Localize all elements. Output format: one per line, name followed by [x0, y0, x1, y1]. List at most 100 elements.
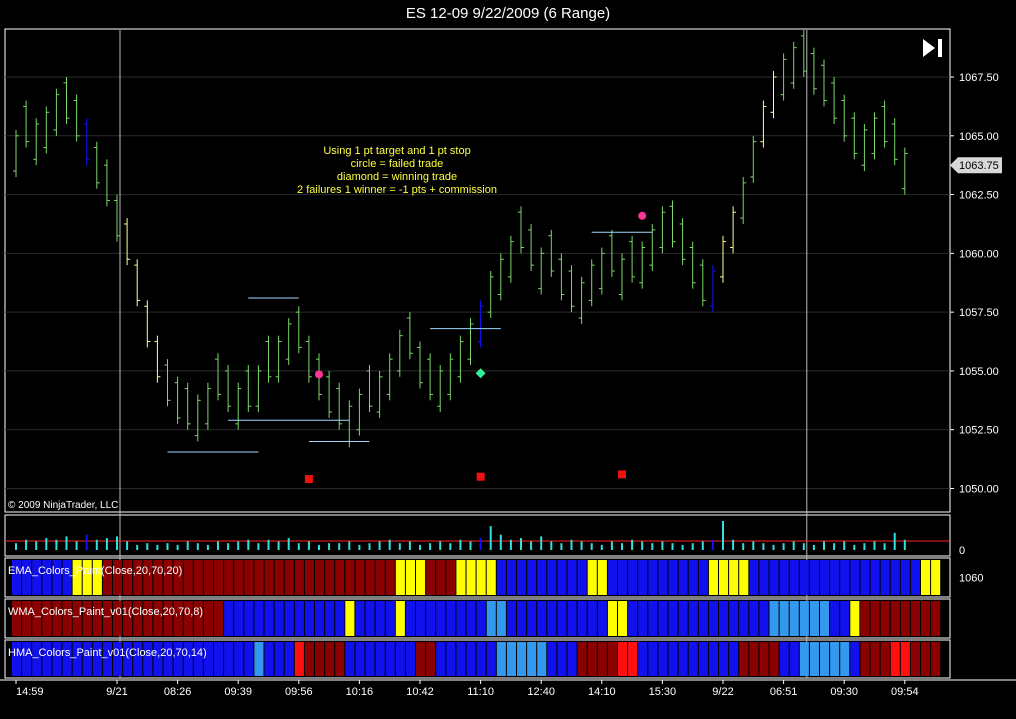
indicator-bar: [335, 642, 345, 676]
indicator-bar: [234, 560, 244, 595]
indicator-bar: [234, 642, 244, 676]
indicator-bar: [678, 560, 688, 595]
volume-bar: [833, 543, 836, 550]
volume-bar: [247, 539, 250, 550]
chart-canvas[interactable]: 1067.50 1065.00 1062.50 1060.00 1057.50 1055.…: [0, 28, 1016, 719]
volume-bar: [681, 544, 684, 550]
indicator-bar: [476, 560, 486, 595]
time-tick-label: 09:39: [224, 686, 252, 698]
volume-bar: [419, 544, 421, 550]
volume-bar: [560, 543, 563, 550]
volume-bar: [439, 541, 442, 550]
volume-bar: [792, 541, 795, 550]
indicator-bar: [335, 601, 345, 636]
volume-bar: [732, 539, 735, 550]
indicator-bar: [799, 642, 809, 676]
indicator-bar: [779, 601, 789, 636]
stop-square-marker[interactable]: [618, 470, 626, 479]
time-tick-label: 14:10: [588, 686, 616, 698]
indicator-bar: [638, 642, 648, 676]
volume-bar: [469, 541, 472, 550]
indicator-bar: [820, 601, 830, 636]
time-tick-label: 12:40: [527, 686, 555, 698]
volume-bar: [722, 521, 724, 550]
annotation-line: Using 1 pt target and 1 pt stop: [323, 145, 470, 157]
indicator-bar: [870, 560, 880, 595]
indicator-bar: [708, 560, 718, 595]
indicator-bar: [618, 601, 628, 636]
volume-bar: [176, 544, 179, 550]
volume-bar: [65, 536, 68, 550]
indicator-bar: [648, 642, 658, 676]
volume-bar: [277, 541, 280, 550]
volume-bar: [479, 538, 482, 550]
indicator-bar: [708, 601, 718, 636]
indicator-bar: [476, 642, 486, 676]
indicator-bar: [850, 642, 860, 676]
indicator-bar: [789, 642, 799, 676]
indicator-bar: [416, 560, 426, 595]
indicator-bar: [214, 601, 224, 636]
volume-bar: [661, 541, 664, 550]
indicator-bar: [426, 601, 436, 636]
indicator-bar: [446, 642, 456, 676]
price-tick-label: 1052.50: [959, 425, 999, 437]
volume-bar: [651, 543, 654, 550]
volume-bar: [863, 543, 866, 550]
indicator-bar: [375, 642, 385, 676]
indicator-bar: [486, 642, 496, 676]
volume-bar: [580, 541, 583, 550]
indicator-bar: [769, 560, 779, 595]
indicator-bar: [739, 642, 749, 676]
volume-bar: [35, 541, 38, 550]
indicator-bar: [607, 601, 617, 636]
indicator-bar: [739, 560, 749, 595]
failed-trade-circle-marker[interactable]: [315, 370, 323, 379]
indicator-bar: [910, 601, 920, 636]
indicator-bar: [668, 642, 678, 676]
indicator-bar: [224, 642, 234, 676]
indicator-bar: [365, 642, 375, 676]
stop-square-marker[interactable]: [476, 472, 485, 481]
indicator-bar: [880, 601, 890, 636]
volume-bar: [449, 543, 452, 550]
indicator-bar: [769, 642, 779, 676]
stop-square-marker[interactable]: [304, 475, 313, 484]
indicator-bar: [779, 642, 789, 676]
indicator-bar: [830, 601, 840, 636]
volume-bar: [328, 543, 331, 550]
failed-trade-circle-marker[interactable]: [638, 211, 647, 220]
indicator-bar: [708, 642, 718, 676]
skip-to-end-icon[interactable]: [920, 36, 946, 60]
indicator-bar: [466, 601, 476, 636]
indicator-bar: [466, 642, 476, 676]
volume-bar: [156, 544, 159, 550]
volume-bar: [691, 543, 694, 550]
indicator-bar: [244, 601, 254, 636]
chart-title: ES 12-09 9/22/2009 (6 Range): [405, 5, 611, 22]
indicator-bar: [900, 560, 910, 595]
indicator-bar: [395, 642, 405, 676]
indicator-bar: [294, 560, 304, 595]
indicator-bar: [224, 601, 234, 636]
indicator-bar: [527, 601, 537, 636]
indicator-bar: [931, 560, 941, 595]
indicator-bar: [325, 642, 335, 676]
indicator-bar: [840, 560, 850, 595]
indicator-name-label: EMA_Colors_Paint(Close,20,70,20): [8, 565, 182, 577]
volume-bar: [742, 543, 745, 550]
indicator-bar: [567, 560, 577, 595]
indicator-bar: [355, 642, 365, 676]
indicator-bar: [840, 601, 850, 636]
indicator-bar: [395, 601, 405, 636]
indicator-bar: [698, 560, 708, 595]
indicator-bar: [820, 560, 830, 595]
indicator-bar: [274, 642, 284, 676]
panel-frame: [4, 28, 951, 513]
indicator-bar: [688, 642, 698, 676]
indicator-bar: [628, 642, 638, 676]
annotation-line: 2 failures 1 winner = -1 pts + commissio…: [297, 184, 497, 196]
indicator-bar: [294, 601, 304, 636]
indicator-bar: [547, 642, 557, 676]
indicator-bar: [587, 601, 597, 636]
